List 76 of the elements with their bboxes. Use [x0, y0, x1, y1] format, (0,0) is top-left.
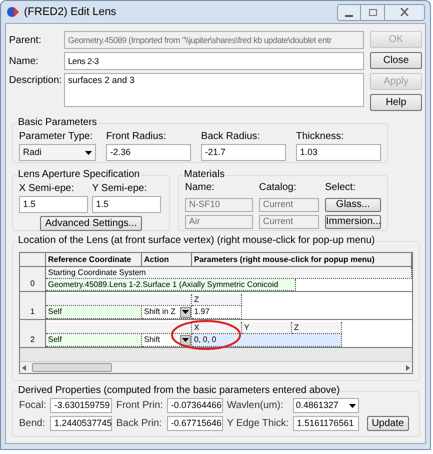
group-title: Derived Properties (computed from the basic parameters entered above)	[17, 385, 341, 397]
scrollbar-thumb[interactable]	[32, 363, 112, 372]
caret-icon	[85, 150, 92, 154]
field-label: Front Radius:	[106, 130, 168, 144]
action-dropdown[interactable]: Shift in Z	[142, 306, 192, 319]
field-label: Wavlen(um):	[226, 399, 284, 413]
dialog-button[interactable]: Advanced Settings...	[40, 216, 142, 231]
text-field[interactable]: -2.36	[106, 144, 192, 161]
dropdown[interactable]: 0.4861327	[292, 398, 359, 413]
field-label: Name:	[9, 54, 40, 68]
caret-icon	[182, 338, 189, 342]
window-title: (FRED2) Edit Lens	[24, 4, 116, 20]
row-number: 1	[20, 292, 46, 319]
minimize-button[interactable]	[337, 4, 361, 20]
dialog-button[interactable]: Close	[370, 52, 422, 69]
dialog-button[interactable]: Glass...	[325, 198, 381, 212]
group-title: Lens Aperture Specification	[17, 169, 141, 181]
text-field[interactable]: Lens 2-3	[64, 52, 364, 70]
field-label: Catalog:	[259, 181, 298, 195]
dialog-button[interactable]: Immersion...	[325, 215, 381, 229]
close-icon	[400, 8, 409, 16]
description-field[interactable]: surfaces 2 and 3	[64, 73, 364, 107]
field-label: X Semi-epe:	[19, 182, 76, 196]
column-header: Reference Coordinate	[46, 253, 142, 266]
text-field[interactable]: -0.07364466	[166, 398, 223, 413]
text-field[interactable]: Air	[185, 215, 253, 229]
group-title: Location of the Lens (at front surface vertex) (right mouse-click for pop-up menu)	[17, 235, 376, 247]
text-field[interactable]: Current	[259, 198, 319, 212]
text-field[interactable]: 1.5161176561	[292, 416, 359, 431]
table-cell: Self	[46, 306, 142, 319]
table-cell: Self	[46, 334, 142, 347]
field-label: Back Prin:	[116, 417, 163, 431]
dropdown-button[interactable]	[180, 334, 191, 346]
field-label: Parent:	[9, 34, 42, 48]
table-cell: Starting Coordinate System	[46, 267, 412, 279]
parameter-field[interactable]: 0, 0, 0	[192, 334, 342, 347]
parameter-field[interactable]: 1.97	[192, 306, 242, 319]
field-label: Thickness:	[296, 130, 345, 144]
field-label: Y Edge Thick:	[226, 417, 289, 431]
dropdown[interactable]: Radi	[19, 144, 96, 161]
app-icon	[6, 5, 20, 19]
dialog-button[interactable]: Help	[370, 94, 422, 111]
field-label: Name:	[185, 181, 216, 195]
text-field[interactable]: 1.5	[19, 196, 88, 213]
scroll-left-icon	[22, 364, 26, 370]
field-label: Front Prin:	[116, 399, 163, 413]
column-header: Parameters (right mouse-click for popup menu)	[192, 253, 412, 266]
close-button[interactable]	[385, 4, 425, 20]
text-field[interactable]: 1.2440537745	[50, 416, 112, 431]
dropdown-button[interactable]	[180, 306, 191, 318]
row-number: 2	[20, 320, 46, 347]
field-label: Select:	[325, 181, 357, 195]
scroll-right-icon	[406, 364, 410, 370]
highlight-ellipse	[170, 320, 242, 350]
caret-icon	[348, 404, 356, 408]
field-label: Bend:	[19, 417, 46, 431]
text-field[interactable]: 1.03	[296, 144, 381, 161]
text-field[interactable]: -0.67715646	[166, 416, 223, 431]
text-field[interactable]: Current	[259, 215, 319, 229]
field-label: Back Radius:	[201, 130, 261, 144]
field-label: Y Semi-epe:	[92, 182, 148, 196]
caret-icon	[182, 310, 189, 314]
table-cell: Geometry.45089.Lens 1-2.Surface 1 (Axially Symmetric Conicoid	[46, 279, 296, 291]
field-label: Focal:	[19, 399, 46, 413]
field-label: Parameter Type:	[19, 130, 94, 144]
field-label: Description:	[9, 74, 63, 88]
text-field[interactable]: -3.630159759	[50, 398, 112, 413]
row-number: 0	[20, 267, 46, 291]
column-header: Action	[142, 253, 192, 266]
text-field[interactable]: -21.7	[201, 144, 286, 161]
action-dropdown[interactable]: Shift	[142, 334, 192, 347]
dialog-button[interactable]: Update	[366, 416, 409, 431]
maximize-button[interactable]	[361, 4, 385, 20]
horizontal-scrollbar[interactable]	[20, 361, 412, 373]
text-field[interactable]: 1.5	[92, 196, 161, 213]
text-field[interactable]: N-SF10	[185, 198, 253, 212]
